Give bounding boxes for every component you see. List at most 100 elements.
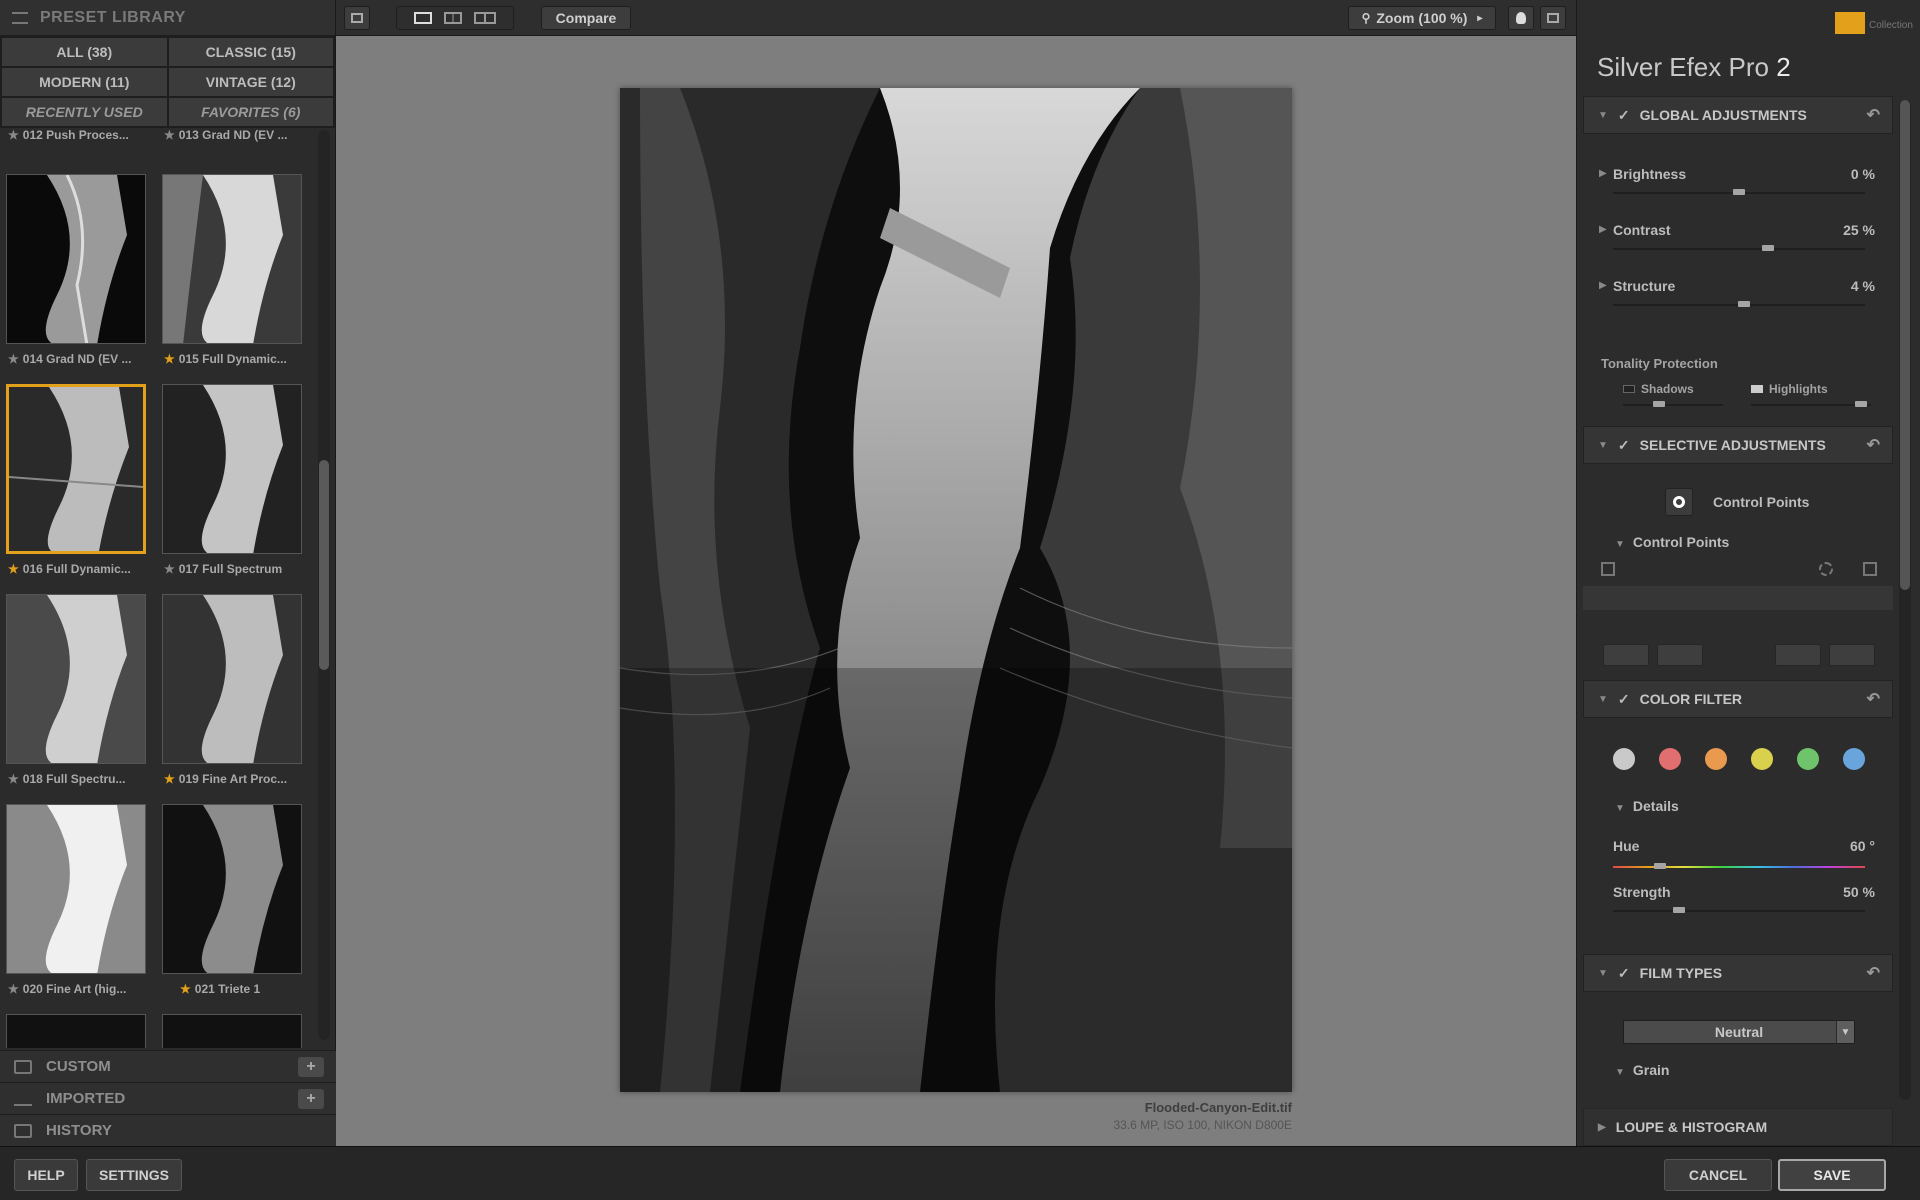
control-point-action-3[interactable]: [1775, 644, 1821, 666]
star-icon[interactable]: ★: [164, 128, 175, 142]
side-by-side-icon[interactable]: [474, 12, 496, 24]
color-filter-header[interactable]: ▼ ✓ COLOR FILTER ↶: [1583, 680, 1893, 718]
category-recently-used[interactable]: RECENTLY USED: [2, 98, 167, 126]
star-icon[interactable]: ★: [8, 128, 19, 142]
preset-thumbnail[interactable]: [162, 384, 302, 554]
film-type-select[interactable]: Neutral ▼: [1623, 1020, 1855, 1044]
star-icon[interactable]: ★: [8, 772, 19, 786]
chevron-right-icon[interactable]: ▶: [1599, 280, 1607, 291]
preset-thumbnail[interactable]: [162, 594, 302, 764]
preset-thumbnail[interactable]: [6, 174, 146, 344]
circle-dashed-icon[interactable]: [1819, 562, 1833, 576]
global-adjustments-header[interactable]: ▼ ✓ GLOBAL ADJUSTMENTS ↶: [1583, 96, 1893, 134]
star-icon[interactable]: ★: [164, 562, 175, 576]
preset-item[interactable]: ★ 013 Grad ND (EV ...: [156, 128, 306, 142]
structure-slider[interactable]: [1613, 301, 1865, 307]
panel-scrollbar[interactable]: [1899, 100, 1911, 1100]
library-scrollbar[interactable]: [318, 130, 330, 1040]
preset-thumbnail[interactable]: [162, 1014, 302, 1048]
preset-item[interactable]: ★ 017 Full Spectrum: [156, 384, 306, 576]
control-point-action-1[interactable]: [1603, 644, 1649, 666]
star-icon[interactable]: ★: [8, 982, 19, 996]
undo-icon[interactable]: ↶: [1867, 105, 1880, 125]
preset-item[interactable]: ★ 015 Full Dynamic...: [156, 174, 306, 366]
selective-adjustments-header[interactable]: ▼ ✓ SELECTIVE ADJUSTMENTS ↶: [1583, 426, 1893, 464]
shadows-slider[interactable]: [1623, 401, 1723, 407]
contrast-knob[interactable]: [1762, 245, 1774, 251]
preset-item[interactable]: ★ 014 Grad ND (EV ...: [0, 174, 150, 366]
category-modern[interactable]: MODERN (11): [2, 68, 167, 96]
preset-thumbnail[interactable]: [6, 1014, 146, 1048]
help-button[interactable]: HELP: [14, 1159, 78, 1191]
brightness-knob[interactable]: [1733, 189, 1745, 195]
canyon-photo[interactable]: [620, 88, 1292, 1092]
library-scroll-thumb[interactable]: [319, 460, 329, 670]
chevron-right-icon[interactable]: ▶: [1599, 168, 1607, 179]
toggle-library-button[interactable]: [344, 6, 370, 30]
structure-knob[interactable]: [1738, 301, 1750, 307]
category-vintage[interactable]: VINTAGE (12): [168, 68, 333, 96]
undo-icon[interactable]: ↶: [1867, 963, 1880, 983]
preset-item-selected[interactable]: ★ 016 Full Dynamic...: [0, 384, 150, 576]
color-filter-orange[interactable]: [1705, 748, 1727, 770]
panel-scroll-thumb[interactable]: [1900, 100, 1910, 590]
preset-item[interactable]: ★ 019 Fine Art Proc...: [156, 594, 306, 786]
star-icon[interactable]: ★: [8, 352, 19, 366]
checkmark-icon[interactable]: ✓: [1618, 107, 1630, 124]
details-toggle[interactable]: ▼ Details: [1615, 798, 1679, 814]
control-point-action-2[interactable]: [1657, 644, 1703, 666]
checkmark-icon[interactable]: ✓: [1618, 437, 1630, 454]
star-icon[interactable]: ★: [180, 982, 191, 996]
star-icon[interactable]: ★: [8, 562, 19, 576]
square-icon[interactable]: [1863, 562, 1877, 576]
category-all[interactable]: ALL (38): [2, 38, 167, 66]
zoom-select[interactable]: ⚲ Zoom (100 %) ▸: [1348, 6, 1496, 30]
preset-thumbnail[interactable]: [6, 594, 146, 764]
preset-item[interactable]: ★ 021 Triete 1: [156, 804, 306, 996]
brightness-slider[interactable]: [1613, 189, 1865, 195]
preset-item[interactable]: ★ 012 Push Proces...: [0, 128, 150, 142]
split-view-icon[interactable]: [444, 12, 462, 24]
preset-thumbnail[interactable]: [162, 174, 302, 344]
category-classic[interactable]: CLASSIC (15): [168, 38, 333, 66]
cancel-button[interactable]: CANCEL: [1664, 1159, 1772, 1191]
color-filter-yellow[interactable]: [1751, 748, 1773, 770]
preset-thumbnail[interactable]: [6, 384, 146, 554]
single-view-icon[interactable]: [414, 12, 432, 24]
category-favorites[interactable]: FAVORITES (6): [168, 98, 333, 126]
checkmark-icon[interactable]: ✓: [1618, 965, 1630, 982]
undo-icon[interactable]: ↶: [1867, 435, 1880, 455]
compare-button[interactable]: Compare: [541, 6, 631, 30]
toggle-panel-button[interactable]: [1540, 6, 1566, 30]
preset-thumbnail[interactable]: [6, 804, 146, 974]
hue-knob[interactable]: [1654, 863, 1666, 869]
checkmark-icon[interactable]: ✓: [1618, 691, 1630, 708]
duplicate-icon[interactable]: [1601, 562, 1615, 576]
preset-item[interactable]: ★ 020 Fine Art (hig...: [0, 804, 150, 996]
preset-item[interactable]: [156, 1014, 306, 1048]
custom-section[interactable]: CUSTOM +: [0, 1050, 336, 1082]
shadows-knob[interactable]: [1653, 401, 1665, 407]
strength-slider[interactable]: [1613, 907, 1865, 913]
undo-icon[interactable]: ↶: [1867, 689, 1880, 709]
library-menu-icon[interactable]: [12, 11, 28, 24]
add-imported-icon[interactable]: +: [298, 1088, 324, 1109]
chevron-right-icon[interactable]: ▶: [1599, 224, 1607, 235]
highlights-slider[interactable]: [1751, 401, 1871, 407]
strength-knob[interactable]: [1673, 907, 1685, 913]
color-filter-red[interactable]: [1659, 748, 1681, 770]
shadows-control[interactable]: Shadows: [1623, 382, 1694, 396]
preset-item[interactable]: [0, 1014, 150, 1048]
preset-item[interactable]: ★ 018 Full Spectru...: [0, 594, 150, 786]
color-filter-blue[interactable]: [1843, 748, 1865, 770]
loupe-histogram-header[interactable]: ▶ LOUPE & HISTOGRAM: [1583, 1108, 1893, 1146]
bulb-button[interactable]: [1508, 6, 1534, 30]
highlights-control[interactable]: Highlights: [1751, 382, 1828, 396]
color-filter-green[interactable]: [1797, 748, 1819, 770]
hue-slider[interactable]: [1613, 863, 1865, 869]
history-section[interactable]: HISTORY: [0, 1114, 336, 1146]
grain-toggle[interactable]: ▼ Grain: [1615, 1062, 1669, 1078]
imported-section[interactable]: IMPORTED +: [0, 1082, 336, 1114]
contrast-slider[interactable]: [1613, 245, 1865, 251]
highlights-knob[interactable]: [1855, 401, 1867, 407]
